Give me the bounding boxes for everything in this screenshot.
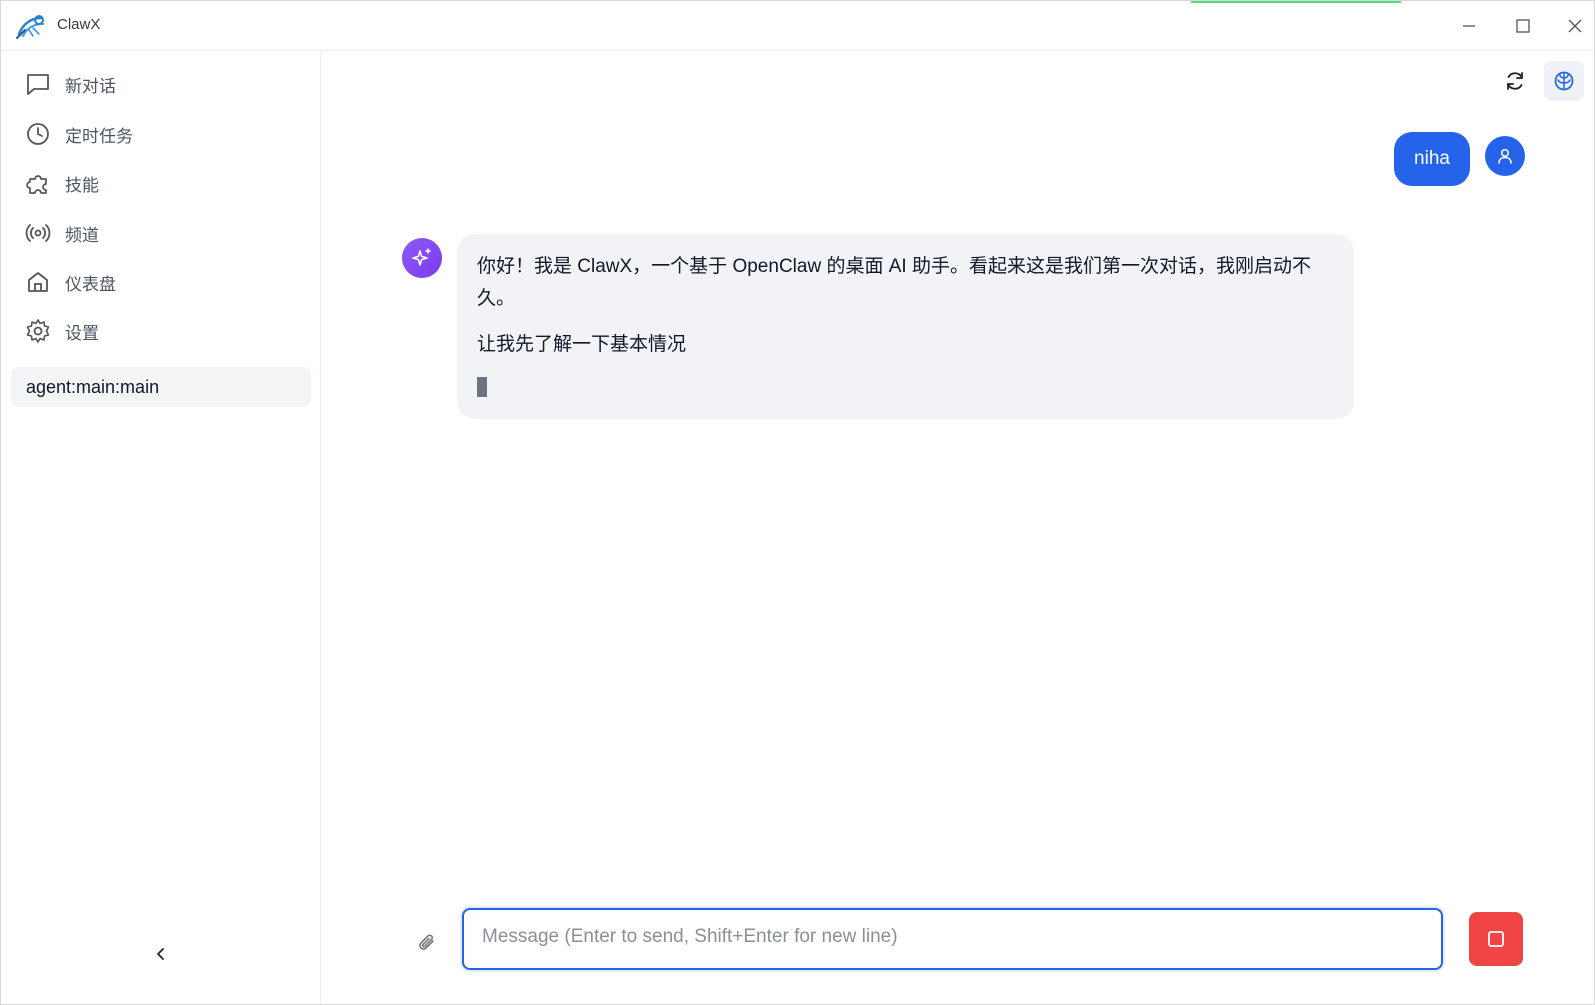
- chat-panel: niha 你好！我是 ClawX，一个基于 OpenClaw 的桌面 AI 助手…: [322, 52, 1594, 1004]
- user-message-bubble: niha: [1394, 132, 1470, 186]
- sidebar-item-channels[interactable]: 频道: [13, 212, 313, 254]
- sidebar-item-label: 定时任务: [65, 126, 133, 146]
- maximize-icon: [1516, 19, 1530, 33]
- user-icon: [1498, 148, 1512, 164]
- sidebar-item-dashboard[interactable]: 仪表盘: [13, 261, 313, 303]
- sidebar-item-label: 设置: [65, 323, 99, 343]
- sidebar-item-new-chat[interactable]: 新对话: [13, 63, 313, 105]
- sidebar-item-skills[interactable]: 技能: [13, 162, 313, 204]
- minimize-button[interactable]: [1454, 11, 1484, 41]
- sidebar-item-label: 频道: [65, 225, 99, 245]
- assistant-avatar: [402, 238, 442, 278]
- user-avatar: [1485, 136, 1525, 176]
- minimize-icon: [1463, 25, 1475, 27]
- streaming-cursor: [477, 377, 487, 397]
- message-input[interactable]: [464, 910, 1441, 968]
- chat-icon: [25, 71, 51, 97]
- gear-icon: [25, 318, 51, 344]
- collapse-sidebar-button[interactable]: [149, 942, 173, 966]
- assistant-paragraph: 你好！我是 ClawX，一个基于 OpenClaw 的桌面 AI 助手。看起来这…: [477, 256, 1311, 309]
- maximize-button[interactable]: [1508, 11, 1538, 41]
- progress-line: [1191, 1, 1401, 3]
- refresh-icon: [1507, 72, 1523, 90]
- title-bar: ClawX: [1, 1, 1594, 51]
- sidebar-item-scheduled-tasks[interactable]: 定时任务: [13, 113, 313, 155]
- assistant-message-bubble: 你好！我是 ClawX，一个基于 OpenClaw 的桌面 AI 助手。看起来这…: [457, 234, 1354, 419]
- clock-icon: [25, 121, 51, 147]
- brain-icon: [1554, 71, 1574, 91]
- chevron-left-icon: [157, 948, 164, 960]
- stop-button[interactable]: [1469, 912, 1523, 966]
- assistant-paragraph: 让我先了解一下基本情况: [477, 334, 687, 355]
- attach-button[interactable]: [412, 928, 442, 958]
- home-icon: [25, 269, 51, 295]
- thinking-toggle-button[interactable]: [1544, 61, 1584, 101]
- app-window: ClawX 新对话 定时任务 技能 频道 仪表盘 设置 agent:main:m…: [0, 0, 1595, 1005]
- app-title: ClawX: [57, 16, 101, 33]
- stop-icon: [1488, 931, 1504, 947]
- broadcast-icon: [25, 220, 51, 246]
- clawx-logo-icon: [15, 12, 47, 40]
- close-button[interactable]: [1560, 11, 1590, 41]
- sidebar-item-label: 新对话: [65, 76, 116, 96]
- sidebar-item-settings[interactable]: 设置: [13, 310, 313, 352]
- sparkles-icon: [412, 248, 431, 266]
- puzzle-icon: [25, 170, 51, 196]
- refresh-button[interactable]: [1495, 61, 1535, 101]
- message-input-wrapper: [462, 908, 1443, 970]
- session-item[interactable]: agent:main:main: [11, 367, 311, 407]
- sidebar-item-label: 仪表盘: [65, 274, 116, 294]
- sidebar-item-label: 技能: [65, 175, 99, 195]
- paperclip-icon: [419, 934, 434, 950]
- sidebar: 新对话 定时任务 技能 频道 仪表盘 设置 agent:main:main: [1, 52, 321, 1004]
- close-icon: [1568, 19, 1582, 33]
